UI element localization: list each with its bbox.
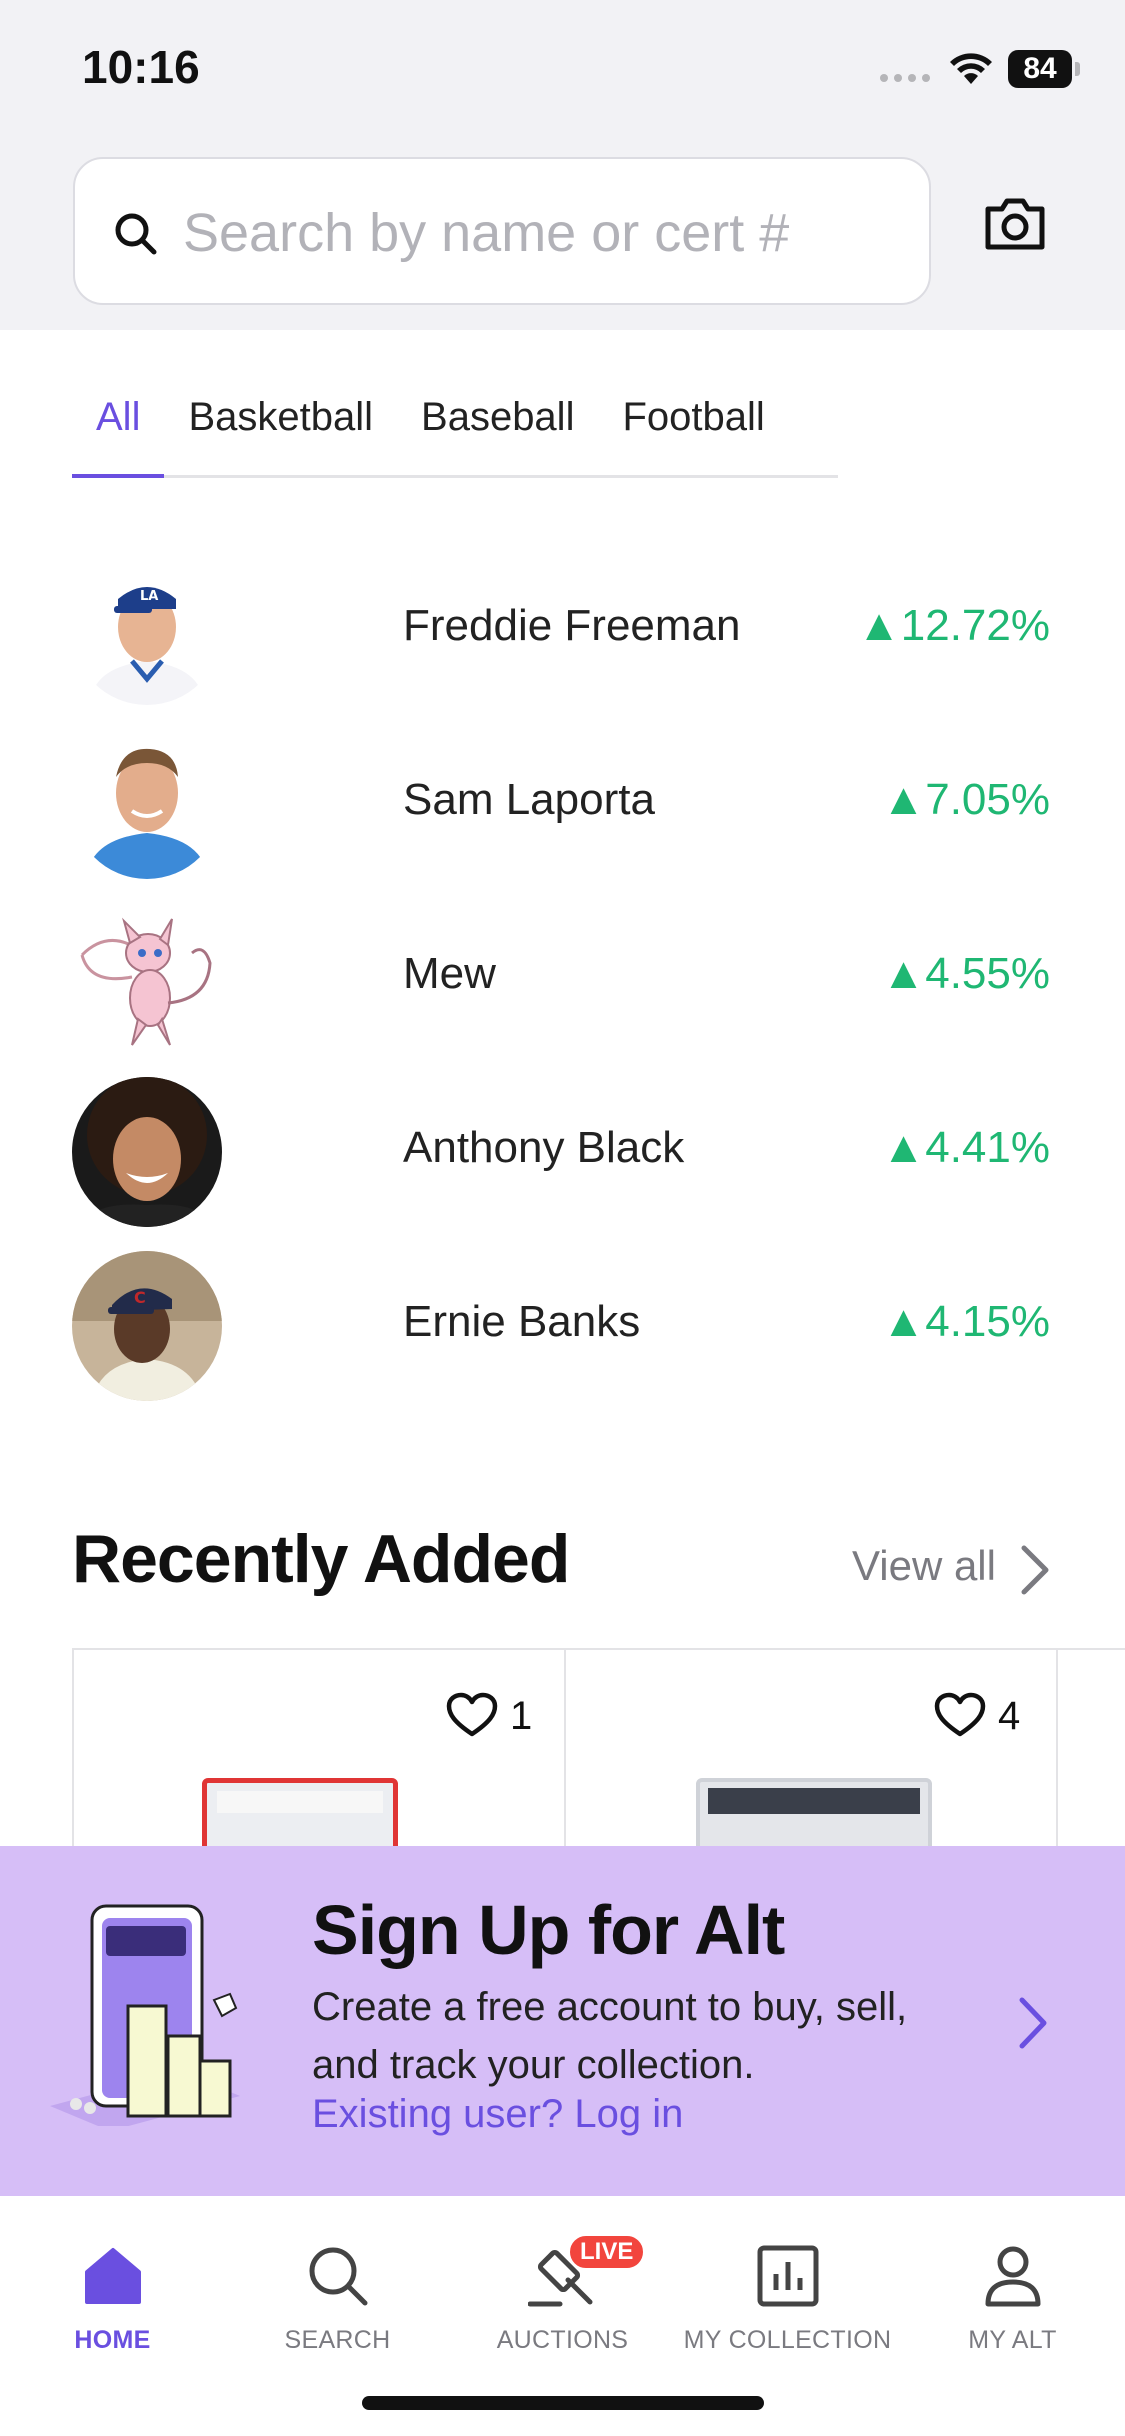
nav-label: AUCTIONS bbox=[496, 2326, 629, 2354]
search-icon bbox=[115, 213, 157, 255]
search-bar[interactable] bbox=[73, 157, 931, 305]
banner-description: Create a free account to buy, sell, and … bbox=[312, 1985, 908, 2087]
chart-icon bbox=[757, 2245, 818, 2307]
mover-change: ▲4.41% bbox=[881, 1123, 1050, 1172]
mover-name: Anthony Black bbox=[403, 1123, 685, 1172]
mover-change: ▲7.05% bbox=[881, 775, 1050, 824]
mover-change: ▲12.72% bbox=[857, 601, 1050, 650]
chevron-right-icon[interactable] bbox=[1016, 1996, 1050, 2050]
tab-all[interactable]: All bbox=[72, 375, 165, 478]
mover-row[interactable]: Sam Laporta ▲7.05% bbox=[0, 721, 1125, 881]
like-count: 4 bbox=[998, 1694, 1021, 1738]
nav-label: MY ALT bbox=[968, 2326, 1057, 2354]
status-bar: 10:16 84 bbox=[0, 0, 1125, 150]
player-avatar: LA bbox=[72, 555, 222, 705]
tab-basketball[interactable]: Basketball bbox=[164, 375, 397, 475]
home-indicator bbox=[362, 2396, 764, 2410]
mover-row[interactable]: LA Freddie Freeman ▲12.72% bbox=[0, 547, 1125, 707]
category-tabs: All Basketball Baseball Football bbox=[72, 375, 838, 478]
mover-name: Freddie Freeman bbox=[403, 601, 741, 650]
tab-baseball[interactable]: Baseball bbox=[397, 375, 598, 475]
signup-banner[interactable]: Sign Up for Alt Create a free account to… bbox=[0, 1846, 1125, 2196]
wifi-icon bbox=[950, 53, 992, 84]
recently-added-title: Recently Added bbox=[72, 1521, 570, 1597]
mover-change: ▲4.15% bbox=[881, 1297, 1050, 1346]
home-icon bbox=[84, 2248, 141, 2304]
svg-text:C: C bbox=[134, 1288, 146, 1307]
svg-text:LA: LA bbox=[140, 589, 158, 604]
nav-search[interactable]: SEARCH bbox=[225, 2236, 450, 2355]
status-time: 10:16 bbox=[82, 41, 200, 93]
nav-my-collection[interactable]: MY COLLECTION bbox=[675, 2236, 900, 2355]
card-tile[interactable]: 1 bbox=[72, 1650, 564, 1868]
recently-added-carousel[interactable]: 1 4 bbox=[72, 1648, 1125, 1868]
banner-title: Sign Up for Alt bbox=[312, 1891, 785, 1969]
card-tile[interactable] bbox=[1056, 1650, 1125, 1850]
nav-home[interactable]: HOME bbox=[0, 2236, 225, 2355]
live-badge: LIVE bbox=[568, 2234, 646, 2270]
player-avatar bbox=[72, 1077, 222, 1227]
player-avatar bbox=[72, 729, 222, 879]
person-icon bbox=[985, 2246, 1040, 2307]
signup-illustration-icon bbox=[50, 1904, 240, 2126]
chevron-right-icon[interactable] bbox=[1018, 1544, 1052, 1596]
mover-change: ▲4.55% bbox=[881, 949, 1050, 998]
search-input[interactable] bbox=[183, 189, 903, 277]
heart-icon[interactable] bbox=[446, 1692, 498, 1738]
login-link[interactable]: Existing user? Log in bbox=[312, 2092, 683, 2137]
view-all-link[interactable]: View all bbox=[852, 1542, 996, 1590]
nav-auctions[interactable]: LIVE AUCTIONS bbox=[450, 2234, 675, 2355]
player-avatar: C bbox=[72, 1251, 222, 1401]
pokemon-avatar bbox=[72, 903, 222, 1053]
nav-label: MY COLLECTION bbox=[683, 2326, 892, 2354]
search-icon bbox=[309, 2247, 367, 2306]
mover-row[interactable]: C Ernie Banks ▲4.15% bbox=[0, 1243, 1125, 1403]
mover-name: Mew bbox=[403, 949, 496, 998]
nav-label: SEARCH bbox=[284, 2326, 391, 2354]
mover-row[interactable]: Anthony Black ▲4.41% bbox=[0, 1069, 1125, 1229]
cellular-signal-icon bbox=[880, 74, 930, 82]
mover-name: Sam Laporta bbox=[403, 775, 655, 824]
mover-row[interactable]: Mew ▲4.55% bbox=[0, 895, 1125, 1055]
battery-level: 84 bbox=[1008, 50, 1072, 88]
battery-icon: 84 bbox=[1008, 50, 1080, 88]
nav-my-alt[interactable]: MY ALT bbox=[900, 2236, 1125, 2355]
nav-label: HOME bbox=[74, 2326, 151, 2354]
camera-icon[interactable] bbox=[984, 195, 1046, 251]
heart-icon[interactable] bbox=[934, 1692, 986, 1738]
tab-football[interactable]: Football bbox=[598, 375, 788, 475]
like-count: 1 bbox=[510, 1694, 533, 1738]
search-header bbox=[0, 150, 1125, 330]
mover-name: Ernie Banks bbox=[403, 1297, 641, 1346]
card-tile[interactable]: 4 bbox=[564, 1650, 1056, 1868]
